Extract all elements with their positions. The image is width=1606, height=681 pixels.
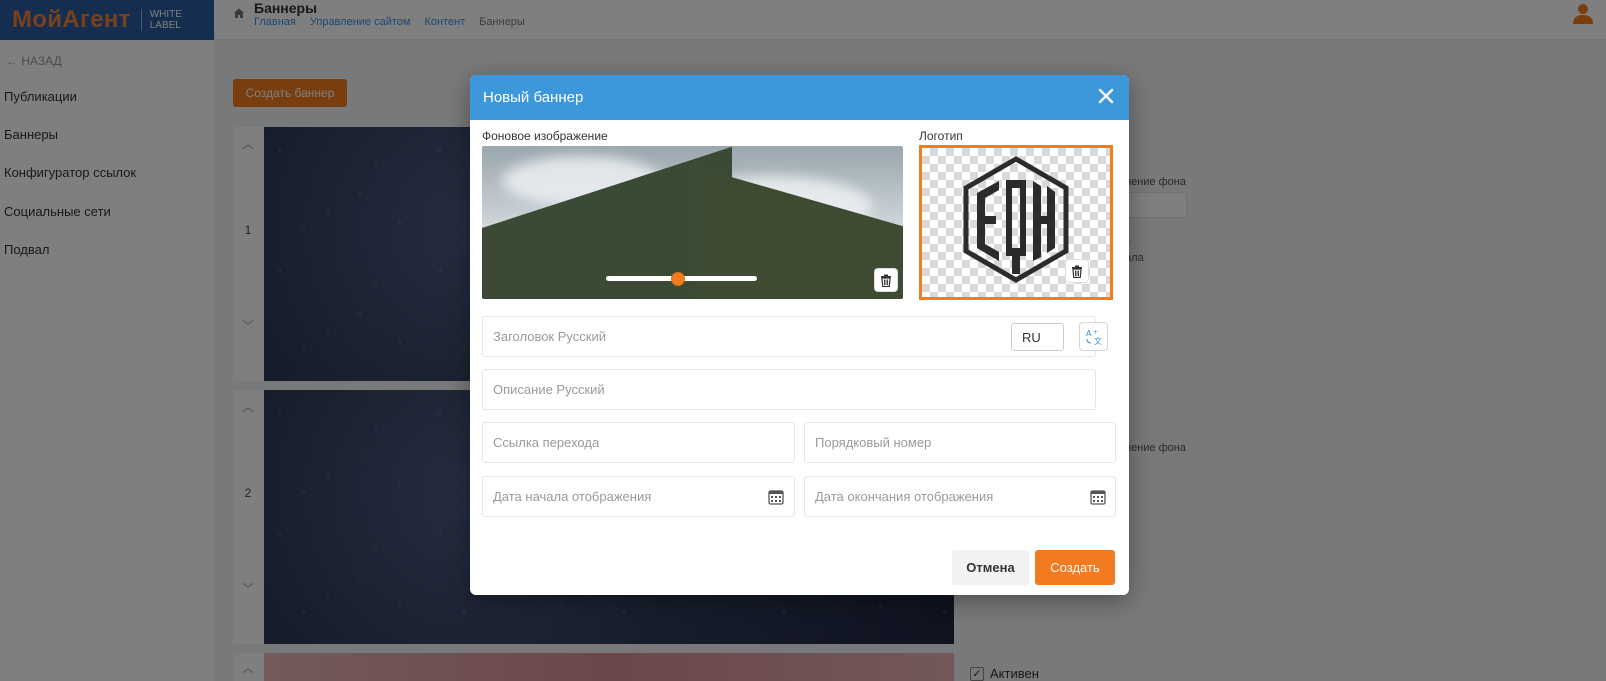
- description-input[interactable]: Описание Русский: [482, 369, 1096, 410]
- translate-button[interactable]: A + 文: [1079, 322, 1108, 351]
- order-number-input[interactable]: Порядковый номер: [804, 422, 1116, 463]
- create-button[interactable]: Создать: [1035, 550, 1115, 585]
- start-date-input[interactable]: Дата начала отображения: [482, 476, 795, 517]
- modal-title: Новый баннер: [483, 89, 584, 106]
- language-select[interactable]: RU: [1011, 323, 1064, 351]
- calendar-icon[interactable]: [768, 489, 784, 505]
- modal-header: Новый баннер: [470, 75, 1129, 120]
- svg-text:A: A: [1086, 329, 1092, 338]
- bg-image-label: Фоновое изображение: [482, 129, 608, 143]
- delete-bg-image-button[interactable]: [875, 269, 897, 291]
- cancel-button[interactable]: Отмена: [952, 550, 1029, 585]
- trash-icon: [1072, 265, 1082, 278]
- calendar-icon[interactable]: [1090, 489, 1106, 505]
- delete-logo-button[interactable]: [1066, 260, 1088, 282]
- svg-text:+: +: [1093, 329, 1098, 336]
- svg-text:文: 文: [1094, 336, 1102, 346]
- close-icon[interactable]: [1095, 85, 1117, 107]
- translate-icon: A + 文: [1086, 329, 1102, 346]
- logo-label: Логотип: [919, 129, 963, 143]
- link-input[interactable]: Ссылка перехода: [482, 422, 795, 463]
- title-input[interactable]: Заголовок Русский: [482, 316, 1096, 357]
- end-date-input[interactable]: Дата окончания отображения: [804, 476, 1116, 517]
- new-banner-modal: Новый баннер Фоновое изображение Логотип: [470, 75, 1129, 595]
- trash-icon: [881, 274, 891, 287]
